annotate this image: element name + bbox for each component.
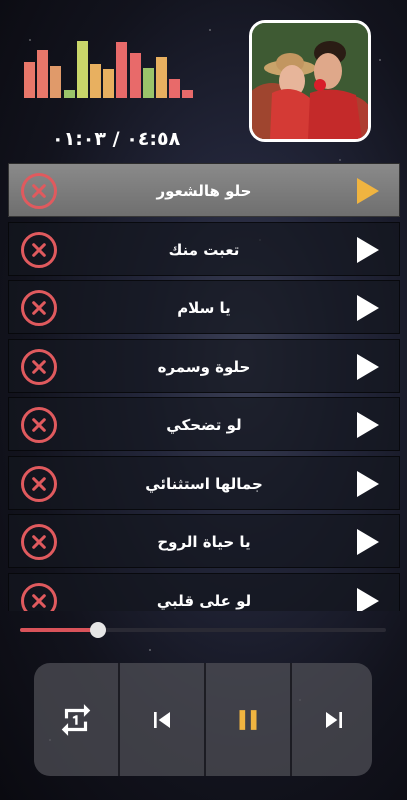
remove-track-icon[interactable] (21, 290, 57, 326)
playlist-row[interactable]: لو تضحكي (8, 397, 400, 451)
equalizer-bar (90, 64, 101, 98)
elapsed-time: ٠١:٠٣ (52, 128, 106, 150)
playlist-row[interactable]: يا حياة الروح (8, 514, 400, 568)
play-track-icon[interactable] (357, 353, 379, 380)
remove-track-icon[interactable] (21, 465, 57, 502)
equalizer-bar (129, 53, 141, 98)
remove-track-icon[interactable] (21, 524, 57, 560)
track-title: يا سلام (177, 299, 231, 317)
playlist-row[interactable]: لو على قلبي (8, 572, 400, 611)
equalizer-bar (63, 90, 75, 98)
next-button[interactable] (292, 663, 372, 776)
repeat-one-icon (61, 703, 91, 736)
remove-track-icon[interactable] (21, 173, 57, 209)
track-duration: ٠٤:٥٨ (126, 128, 181, 150)
equalizer-bar (76, 41, 88, 98)
playlist-row[interactable]: يا سلام (8, 280, 400, 334)
equalizer-visualizer (24, 40, 196, 98)
playlist-row[interactable]: جمالها استثنائي (8, 455, 400, 510)
skip-next-icon (326, 711, 342, 728)
playlist-row[interactable]: تعبت منك (8, 221, 400, 276)
equalizer-bar (116, 42, 128, 98)
remove-track-icon[interactable] (21, 231, 57, 268)
play-track-icon[interactable] (357, 587, 379, 611)
equalizer-bar (24, 62, 35, 98)
playlist-row[interactable]: حلو هالشعور (8, 163, 400, 217)
track-title: لو على قلبي (156, 591, 252, 610)
seek-thumb[interactable] (90, 622, 106, 638)
repeat-button[interactable] (34, 663, 118, 776)
equalizer-bar (169, 79, 181, 98)
previous-button[interactable] (120, 663, 204, 776)
equalizer-bar (37, 50, 49, 98)
track-title: لو تضحكي (166, 416, 242, 434)
remove-track-icon[interactable] (21, 582, 57, 611)
track-title: تعبت منك (168, 240, 240, 259)
remove-track-icon[interactable] (21, 407, 57, 443)
playback-controls (34, 663, 372, 776)
album-art[interactable] (249, 20, 371, 142)
play-track-icon[interactable] (357, 236, 379, 263)
equalizer-bar (142, 68, 154, 98)
track-title: حلوة وسمره (157, 357, 251, 376)
play-track-icon[interactable] (357, 529, 379, 555)
playlist: حلو هالشعور تعبت منك يا سلام حلوة وسمره لو ت… (8, 163, 400, 611)
playlist-row[interactable]: حلوة وسمره (8, 338, 400, 393)
seek-progress-fill (20, 628, 97, 632)
pause-button[interactable] (206, 663, 290, 776)
album-art-image (252, 23, 368, 139)
seek-bar[interactable] (20, 622, 386, 638)
equalizer-bar (103, 69, 115, 98)
track-title: جمالها استثنائي (145, 474, 263, 493)
pause-icon (239, 709, 257, 730)
equalizer-bar (182, 90, 194, 98)
play-track-icon[interactable] (357, 412, 379, 438)
track-title: يا حياة الروح (157, 533, 251, 551)
time-display: ٠٤:٥٨ / ٠١:٠٣ (52, 128, 192, 150)
equalizer-bar (156, 57, 167, 98)
skip-previous-icon (154, 711, 170, 728)
play-track-icon[interactable] (357, 178, 379, 204)
time-separator: / (112, 128, 120, 150)
track-title: حلو هالشعور (156, 182, 252, 200)
play-track-icon[interactable] (357, 470, 379, 497)
equalizer-bar (50, 66, 62, 98)
play-track-icon[interactable] (357, 295, 379, 321)
remove-track-icon[interactable] (21, 348, 57, 385)
